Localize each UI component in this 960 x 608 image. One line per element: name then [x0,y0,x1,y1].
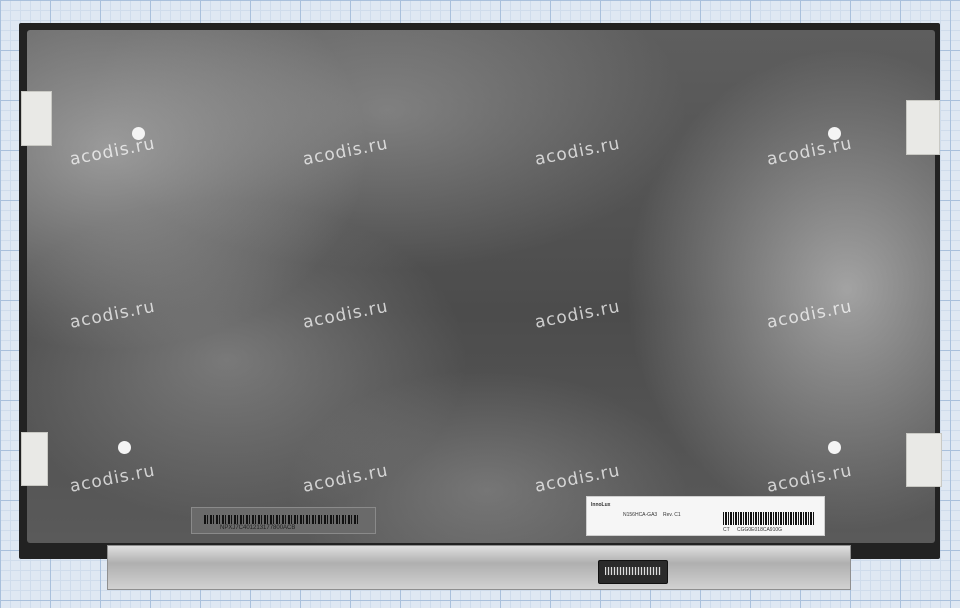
tape-top-left [21,91,52,146]
product-label: InnoLux N156HCA-GA3 Rev. C1 CT CGG0E018C… [586,496,825,536]
lcd-panel-back [27,30,935,543]
serial-number: CGG0E018CA910G [737,527,783,533]
left-barcode-text: NPXJ7C401213177800ACB [220,525,296,531]
tape-bottom-right [906,433,942,487]
model-number: N156HCA-GA3 [623,512,658,518]
serial-prefix: CT [723,527,730,533]
left-barcode-sticker: NPXJ7C401213177800ACB [191,507,376,534]
tape-top-right [906,100,940,155]
barcode-icon [723,512,815,525]
revision-text: Rev. C1 [663,512,681,518]
tape-bottom-left [21,432,48,486]
edp-connector-icon [598,560,668,584]
flex-cable-strip [107,545,851,590]
mount-hole [828,441,841,454]
manufacturer-name: InnoLux [591,502,611,508]
barcode-icon [204,515,359,524]
mount-hole [118,441,131,454]
